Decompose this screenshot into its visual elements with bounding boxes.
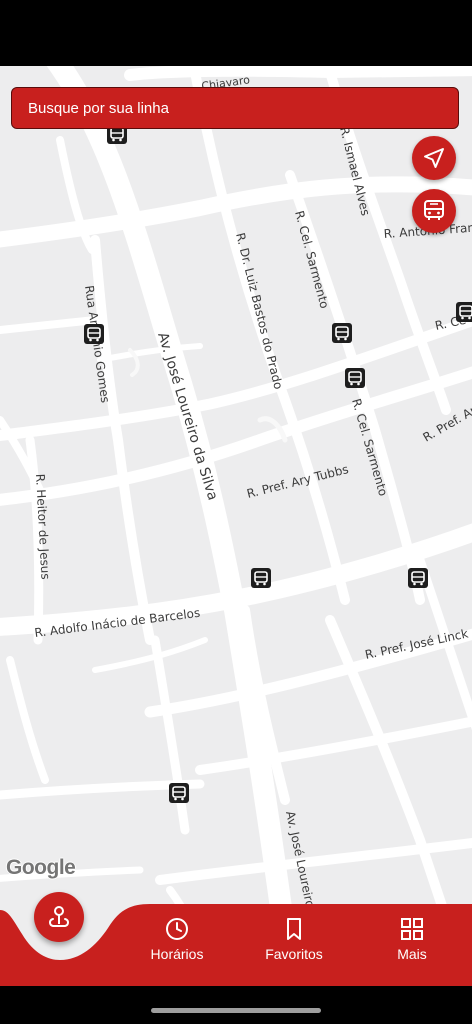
bus-stop-icon[interactable] — [251, 568, 271, 588]
road-pref-ary-tubbs — [0, 366, 472, 506]
nav-label: Mais — [397, 946, 427, 962]
google-logo: Google — [6, 856, 76, 879]
bus-stop-icon[interactable] — [332, 323, 352, 343]
clock-icon — [166, 918, 188, 940]
bus-stop-icon[interactable] — [345, 368, 365, 388]
search-input[interactable] — [12, 88, 458, 128]
gesture-bar-area — [0, 986, 472, 1024]
bus-stop-icon[interactable] — [408, 568, 428, 588]
bus-stop-icon[interactable] — [456, 302, 472, 322]
street-label: R. Dr. Luiz Bastos do Prado — [233, 231, 285, 390]
home-indicator[interactable] — [151, 1008, 321, 1013]
locate-button[interactable] — [412, 136, 456, 180]
search-bar[interactable] — [11, 87, 459, 129]
bus-stop-icon[interactable] — [169, 783, 189, 803]
stops-nearby-button[interactable] — [34, 892, 84, 942]
nav-label: Horários — [150, 946, 204, 962]
nav-label: Favoritos — [265, 946, 323, 962]
bus-icon — [424, 200, 444, 220]
bookmark-icon — [287, 918, 301, 940]
grid-icon — [401, 918, 423, 940]
pin-location-icon — [49, 906, 69, 927]
nav-mais[interactable]: Mais — [367, 916, 457, 968]
street-label: R. Pref. Ary Tubbs — [245, 462, 350, 501]
bus-stop-icon[interactable] — [84, 324, 104, 344]
app-screen: Chiavaro R. Ismael Alves R. Antônio Fran… — [0, 0, 472, 1024]
map-view[interactable]: Chiavaro R. Ismael Alves R. Antônio Fran… — [0, 66, 472, 986]
status-bar — [0, 0, 472, 66]
navigation-arrow-icon — [424, 148, 444, 168]
nav-favoritos[interactable]: Favoritos — [249, 916, 339, 968]
map-canvas[interactable]: Chiavaro R. Ismael Alves R. Antônio Fran… — [0, 66, 472, 986]
street-label: R. Ismael Alves — [337, 125, 373, 217]
bus-lines-button[interactable] — [412, 189, 456, 233]
nav-horarios[interactable]: Horários — [132, 916, 222, 968]
